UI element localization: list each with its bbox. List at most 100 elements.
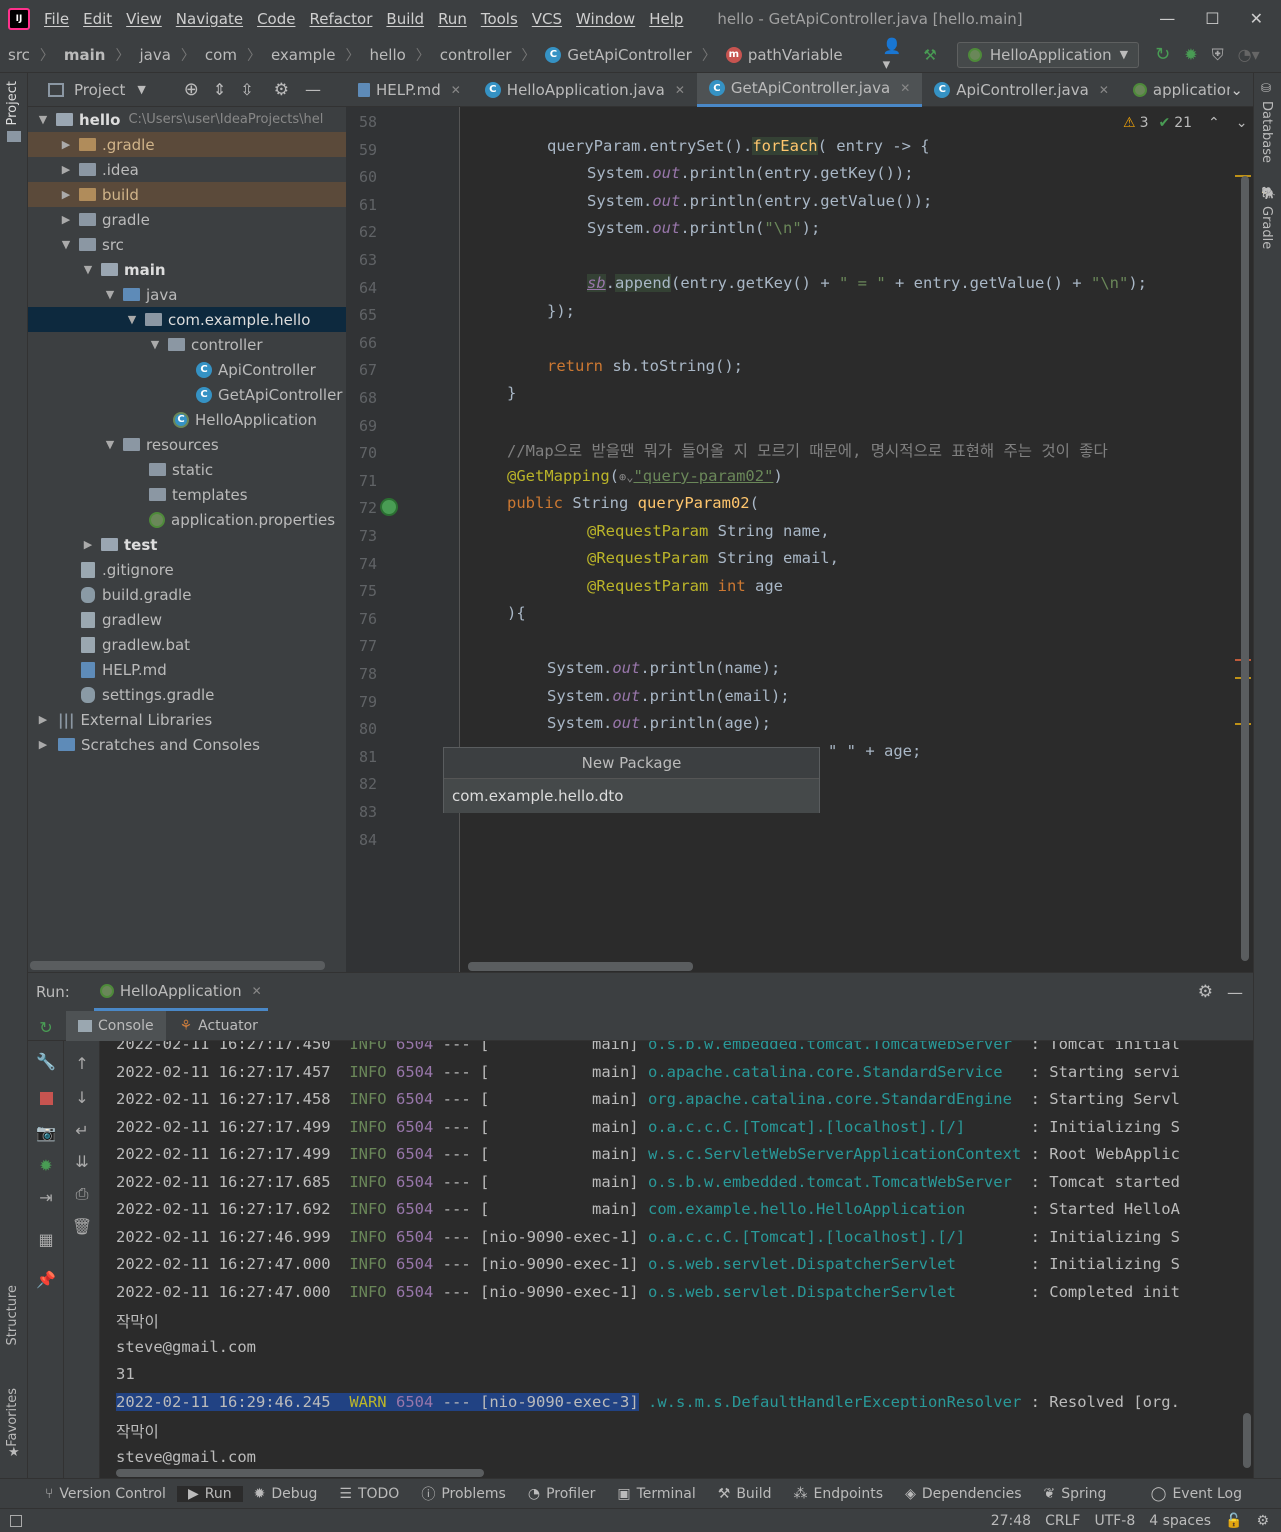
breadcrumb-java[interactable]: java — [139, 46, 170, 64]
console-vertical-scrollbar[interactable] — [1243, 1413, 1251, 1468]
code-line-59[interactable]: queryParam.entrySet().forEach( entry -> … — [547, 137, 930, 155]
tree-item-scratches[interactable]: ▶ Scratches and Consoles — [28, 732, 346, 757]
tool-debug[interactable]: ✹ Debug — [243, 1486, 329, 1502]
tab-application-properties[interactable]: application.prop — [1121, 73, 1230, 107]
gradle-tool-tab[interactable]: Gradle — [1259, 206, 1274, 249]
tree-item-com-example-hello[interactable]: ▼ com.example.hello — [28, 307, 346, 332]
close-tab-icon[interactable]: ✕ — [675, 83, 685, 97]
horizontal-scrollbar[interactable] — [468, 962, 693, 971]
console-output[interactable]: 2022-02-11 16:27:17.450 INFO 6504 --- [ … — [100, 1041, 1253, 1479]
hide-icon[interactable]: — — [1227, 983, 1243, 1002]
code-line-65[interactable]: }); — [547, 302, 575, 320]
tree-item-test[interactable]: ▶ test — [28, 532, 346, 557]
breadcrumb-getapicontroller[interactable]: GetApiController — [567, 46, 691, 64]
user-icon[interactable]: 👤▾ — [883, 37, 902, 73]
menu-code[interactable]: Code — [257, 10, 295, 28]
menu-window[interactable]: Window — [576, 10, 635, 28]
close-tab-icon[interactable]: ✕ — [451, 83, 461, 97]
code-line-72[interactable]: public String queryParam02( — [507, 494, 759, 512]
tree-item-main[interactable]: ▼ main — [28, 257, 346, 282]
collapse-all-icon[interactable]: ⇳ — [240, 80, 253, 99]
menu-refactor[interactable]: Refactor — [309, 10, 372, 28]
soft-wrap-icon[interactable]: ↵ — [72, 1120, 92, 1140]
code-line-81[interactable]: " " + age; — [828, 742, 921, 760]
tool-endpoints[interactable]: ⁂ Endpoints — [782, 1486, 894, 1502]
tree-item-getapicontroller[interactable]: C GetApiController — [28, 382, 346, 407]
tree-item-helloapplication[interactable]: C HelloApplication — [28, 407, 346, 432]
tree-item-gitignore[interactable]: .gitignore — [28, 557, 346, 582]
tree-item-help-md[interactable]: HELP.md — [28, 657, 346, 682]
tab-console[interactable]: Console — [66, 1010, 166, 1041]
menu-help[interactable]: Help — [649, 10, 683, 28]
tree-item-controller[interactable]: ▼ controller — [28, 332, 346, 357]
tree-item-external-libraries[interactable]: ▶ ||| External Libraries — [28, 707, 346, 732]
code-line-68[interactable]: } — [507, 384, 516, 402]
prev-highlight-icon[interactable]: ⌃ — [1208, 115, 1220, 131]
tool-windows-icon[interactable] — [10, 1514, 22, 1527]
spring-run-gutter-icon[interactable] — [380, 498, 398, 516]
tab-help-md[interactable]: HELP.md ✕ — [346, 73, 473, 107]
breadcrumb-hello[interactable]: hello — [370, 46, 406, 64]
tree-item-build-gradle[interactable]: build.gradle — [28, 582, 346, 607]
close-tab-icon[interactable]: ✕ — [252, 984, 262, 998]
run-configuration-select[interactable]: HelloApplication ▼ — [956, 41, 1140, 68]
tree-item-settings-gradle[interactable]: settings.gradle — [28, 682, 346, 707]
code-line-70[interactable]: //Map으로 받을땐 뭐가 들어올 지 모르기 때문에, 명시적으로 표현해 … — [507, 439, 1108, 461]
tool-run[interactable]: ▶ Run — [176, 1485, 243, 1502]
maximize-icon[interactable]: ☐ — [1205, 9, 1219, 28]
tree-item-gradlew[interactable]: gradlew — [28, 607, 346, 632]
gear-icon[interactable]: ⚙ — [274, 80, 289, 100]
layout-icon[interactable]: ▦ — [36, 1229, 56, 1249]
favorites-tool-tab[interactable]: Favorites — [5, 1388, 20, 1447]
tree-item-build[interactable]: ▶ build — [28, 182, 346, 207]
web-endpoint-icon[interactable]: ⊕⌄ — [619, 470, 633, 484]
menu-tools[interactable]: Tools — [481, 10, 518, 28]
code-line-64[interactable]: sb.append(entry.getKey() + " = " + entry… — [587, 274, 1147, 292]
gear-icon[interactable]: ⚙ — [1198, 982, 1213, 1002]
tool-problems[interactable]: ⓘ Problems — [410, 1484, 517, 1504]
print-icon[interactable]: ⎙ — [72, 1184, 92, 1204]
tabs-chevron-down-icon[interactable]: ⌄ — [1230, 81, 1243, 99]
tree-item-resources[interactable]: ▼ resources — [28, 432, 346, 457]
profiler-icon[interactable]: ◔▾ — [1238, 45, 1260, 64]
menu-edit[interactable]: Edit — [83, 10, 112, 28]
code-line-61[interactable]: System.out.println(entry.getValue()); — [587, 192, 932, 210]
close-icon[interactable]: ✕ — [1250, 9, 1263, 28]
file-encoding[interactable]: UTF-8 — [1094, 1513, 1135, 1529]
minimize-icon[interactable]: — — [1159, 9, 1175, 28]
code-line-73[interactable]: @RequestParam String name, — [587, 522, 830, 540]
structure-tool-tab[interactable]: Structure — [5, 1285, 20, 1345]
tool-event-log[interactable]: ◯ Event Log — [1140, 1486, 1253, 1502]
code-line-60[interactable]: System.out.println(entry.getKey()); — [587, 164, 914, 182]
tool-dependencies[interactable]: ◈ Dependencies — [894, 1486, 1032, 1502]
database-tool-tab[interactable]: Database — [1259, 101, 1274, 163]
menu-build[interactable]: Build — [386, 10, 424, 28]
breadcrumb-main[interactable]: main — [64, 46, 106, 64]
tool-build[interactable]: ⚒ Build — [707, 1486, 783, 1502]
trash-icon[interactable]: 🗑 — [72, 1216, 92, 1236]
tree-item-java[interactable]: ▼ java — [28, 282, 346, 307]
tree-item-gradle-dir[interactable]: ▶ .gradle — [28, 132, 346, 157]
horizontal-scrollbar[interactable] — [30, 961, 325, 970]
code-line-79[interactable]: System.out.println(email); — [547, 687, 790, 705]
inspection-profile-icon[interactable]: ⚙ — [1256, 1513, 1269, 1529]
locate-icon[interactable]: ⊕ — [184, 79, 199, 100]
tree-item-src[interactable]: ▼ src — [28, 232, 346, 257]
code-line-80[interactable]: System.out.println(age); — [547, 714, 771, 732]
tool-spring[interactable]: ❦ Spring — [1033, 1486, 1118, 1502]
line-separator[interactable]: CRLF — [1045, 1513, 1080, 1529]
rerun-icon[interactable]: ↻ — [1155, 44, 1170, 65]
menu-navigate[interactable]: Navigate — [176, 10, 243, 28]
tab-actuator[interactable]: ⚘ Actuator — [172, 1018, 266, 1034]
tree-item-hello[interactable]: ▼ hello C:\Users\user\IdeaProjects\hel — [28, 107, 346, 132]
hide-icon[interactable]: — — [305, 80, 321, 99]
code-line-78[interactable]: System.out.println(name); — [547, 659, 780, 677]
breadcrumb-pathvariable[interactable]: pathVariable — [748, 46, 843, 64]
close-tab-icon[interactable]: ✕ — [900, 81, 910, 95]
tree-item-apicontroller[interactable]: C ApiController — [28, 357, 346, 382]
tool-version-control[interactable]: ⑂ Version Control — [34, 1486, 177, 1502]
code-line-76[interactable]: ){ — [507, 604, 526, 622]
wrench-icon[interactable]: 🔧 — [36, 1051, 56, 1071]
arrow-up-icon[interactable]: ↑ — [72, 1053, 92, 1073]
tab-apicontroller[interactable]: C ApiController.java ✕ — [922, 73, 1121, 107]
